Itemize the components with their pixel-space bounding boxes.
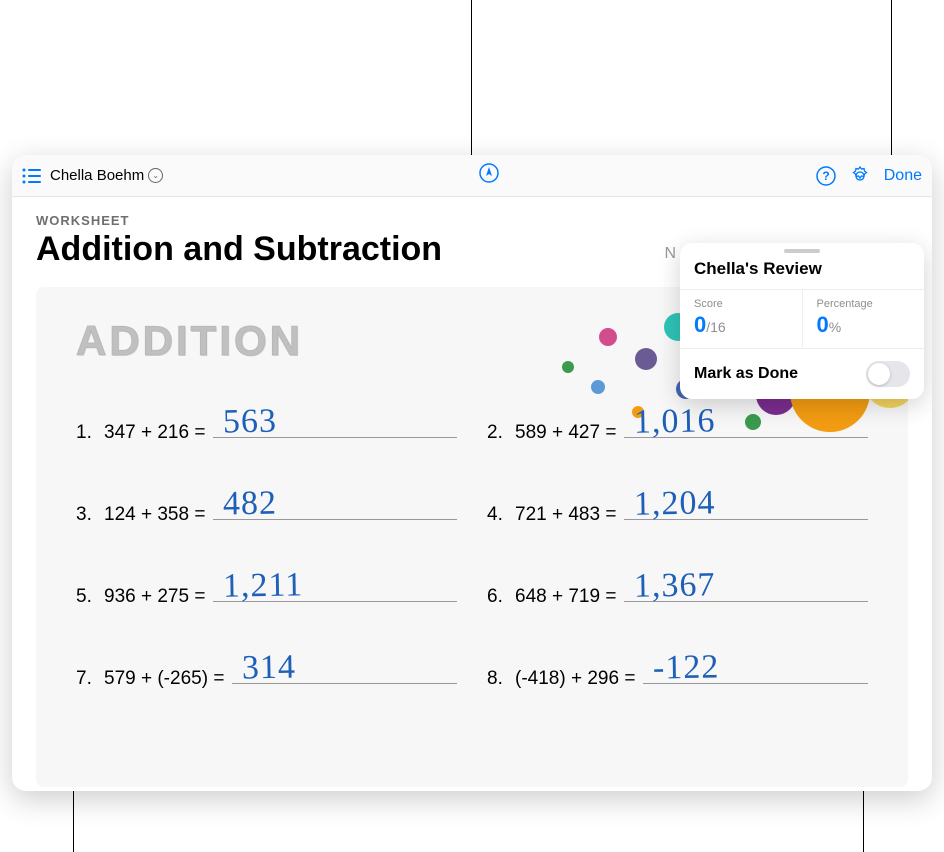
mark-done-row: Mark as Done — [680, 348, 924, 399]
problem-expression: 936 + 275 = — [104, 586, 205, 608]
problem-number: 7. — [76, 668, 104, 690]
problem-row: 1. 347 + 216 = 563 — [76, 410, 457, 444]
handwritten-answer: 1,204 — [634, 484, 716, 523]
answer-field[interactable]: 1,367 — [624, 574, 868, 602]
gear-icon — [850, 166, 870, 186]
score-label: Score — [694, 298, 788, 310]
handwritten-answer: 1,016 — [634, 402, 716, 441]
problem-expression: 589 + 427 = — [515, 422, 616, 444]
app-window: Chella Boehm ⌄ ? — [12, 155, 932, 791]
toolbar-right: ? Done — [816, 166, 922, 186]
problem-expression: (-418) + 296 = — [515, 668, 635, 690]
problem-number: 5. — [76, 586, 104, 608]
problem-number: 1. — [76, 422, 104, 444]
toggle-knob — [868, 363, 890, 385]
problem-expression: 124 + 358 = — [104, 504, 205, 526]
score-row: Score 0/16 Percentage 0% — [680, 289, 924, 348]
answer-field[interactable]: 563 — [213, 410, 457, 438]
toolbar-left: Chella Boehm ⌄ — [22, 167, 163, 184]
mark-done-toggle[interactable] — [866, 361, 910, 387]
markup-pen-icon — [479, 163, 499, 183]
score-cell[interactable]: Score 0/16 — [680, 290, 803, 348]
percentage-cell[interactable]: Percentage 0% — [803, 290, 925, 348]
problem-number: 8. — [487, 668, 515, 690]
problem-expression: 721 + 483 = — [515, 504, 616, 526]
problem-number: 6. — [487, 586, 515, 608]
toolbar: Chella Boehm ⌄ ? — [12, 155, 932, 197]
problem-row: 3. 124 + 358 = 482 — [76, 492, 457, 526]
callout-line-top — [471, 0, 472, 155]
handwritten-answer: 563 — [223, 403, 278, 442]
partial-note-indicator: N — [664, 245, 676, 263]
problem-row: 8. (-418) + 296 = -122 — [487, 656, 868, 690]
answer-field[interactable]: 482 — [213, 492, 457, 520]
problem-expression: 579 + (-265) = — [104, 668, 224, 690]
answer-field[interactable]: 1,016 — [624, 410, 868, 438]
problem-number: 3. — [76, 504, 104, 526]
eyebrow-label: WORKSHEET — [36, 213, 908, 228]
problem-expression: 648 + 719 = — [515, 586, 616, 608]
problem-number: 2. — [487, 422, 515, 444]
problem-row: 2. 589 + 427 = 1,016 — [487, 410, 868, 444]
content-area: N WORKSHEET Addition and Subtraction ADD… — [12, 197, 932, 791]
help-icon: ? — [816, 166, 836, 186]
handwritten-answer: 1,367 — [634, 566, 716, 605]
toolbar-center — [163, 163, 816, 188]
list-icon — [22, 168, 42, 184]
problem-row: 5. 936 + 275 = 1,211 — [76, 574, 457, 608]
answer-field[interactable]: 1,211 — [213, 574, 457, 602]
score-numerator: 0 — [694, 312, 706, 337]
handwritten-answer: 1,211 — [223, 566, 304, 605]
review-panel[interactable]: Chella's Review Score 0/16 Percentage 0%… — [680, 243, 924, 399]
score-denominator: /16 — [706, 319, 725, 335]
student-picker[interactable]: Chella Boehm ⌄ — [50, 167, 163, 184]
svg-text:?: ? — [822, 169, 829, 183]
handwritten-answer: 482 — [223, 485, 278, 524]
sidebar-toggle-button[interactable] — [22, 168, 42, 184]
percentage-label: Percentage — [817, 298, 911, 310]
help-button[interactable]: ? — [816, 166, 836, 186]
done-button[interactable]: Done — [884, 167, 922, 185]
handwritten-answer: -122 — [653, 648, 720, 687]
markup-button[interactable] — [479, 163, 499, 188]
review-panel-title: Chella's Review — [680, 253, 924, 289]
pct-unit: % — [829, 319, 841, 335]
percentage-value: 0% — [817, 312, 911, 338]
score-value: 0/16 — [694, 312, 788, 338]
settings-button[interactable] — [850, 166, 870, 186]
handwritten-answer: 314 — [242, 649, 297, 688]
student-name-label: Chella Boehm — [50, 167, 144, 184]
problem-row: 4. 721 + 483 = 1,204 — [487, 492, 868, 526]
problems-grid: 1. 347 + 216 = 563 2. 589 + 427 = 1,016 … — [76, 410, 868, 690]
pct-number: 0 — [817, 312, 829, 337]
chevron-down-icon: ⌄ — [148, 168, 163, 183]
answer-field[interactable]: 1,204 — [624, 492, 868, 520]
mark-done-label: Mark as Done — [694, 365, 798, 383]
problem-row: 7. 579 + (-265) = 314 — [76, 656, 457, 690]
problem-row: 6. 648 + 719 = 1,367 — [487, 574, 868, 608]
problem-number: 4. — [487, 504, 515, 526]
problem-expression: 347 + 216 = — [104, 422, 205, 444]
answer-field[interactable]: -122 — [643, 656, 868, 684]
answer-field[interactable]: 314 — [232, 656, 457, 684]
